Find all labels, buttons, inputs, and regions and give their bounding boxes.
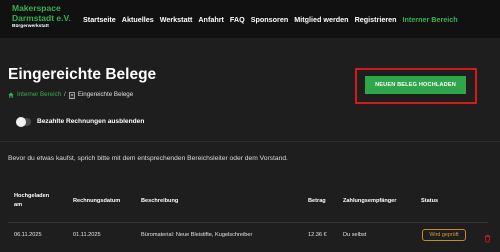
status-badge: Wird geprüft [422,229,466,241]
col-header-status[interactable]: Status [421,197,438,205]
cell-amount: 12.36 € [308,232,327,238]
nav-menu: Startseite Aktuelles Werkstatt Anfahrt F… [83,15,458,24]
top-navbar: Makerspace Darmstadt e.V. Bürgerwerkstat… [0,0,500,38]
col-header-amount[interactable]: Betrag [308,197,326,205]
nav-item-sponsoren[interactable]: Sponsoren [251,15,289,24]
nav-item-mitglied-werden[interactable]: Mitglied werden [294,15,348,24]
nav-item-aktuelles[interactable]: Aktuelles [122,15,154,24]
cell-description: Büromaterial: Neue Bleistifte, Kugelschr… [141,232,253,238]
hide-paid-toggle[interactable] [16,116,31,127]
nav-item-registrieren[interactable]: Registrieren [355,15,397,24]
section-divider [0,141,500,142]
receipt-icon [69,91,75,99]
breadcrumb-home-link[interactable]: Interner Bereich [8,91,61,99]
breadcrumb-separator: / [64,91,66,98]
col-header-description[interactable]: Beschreibung [141,197,178,205]
info-notice: Bevor du etwas kaufst, sprich bitte mit … [8,155,288,162]
nav-item-startseite[interactable]: Startseite [83,15,116,24]
toggle-knob [16,116,26,127]
breadcrumb-current: Eingereichte Belege [69,91,133,99]
trash-icon[interactable] [484,230,491,248]
hide-paid-toggle-label[interactable]: Bezahlte Rechnungen ausblenden [37,117,144,126]
breadcrumb: Interner Bereich / Eingereichte Belege [8,91,133,99]
nav-item-interner-bereich[interactable]: Interner Bereich [403,15,458,24]
page-title: Eingereichte Belege [8,66,157,83]
col-header-recipient[interactable]: Zahlungsempfänger [343,197,396,205]
brand-logo[interactable]: Makerspace Darmstadt e.V. Bürgerwerkstat… [12,3,82,30]
nav-item-werkstatt[interactable]: Werkstatt [160,15,193,24]
hide-paid-filter: Bezahlte Rechnungen ausblenden [16,116,144,127]
col-header-uploaded-line2: am [14,202,23,208]
cell-uploaded: 06.11.2025 [14,232,42,238]
cell-recipient: Du selbst [343,232,367,238]
home-icon [8,92,14,98]
breadcrumb-current-label: Eingereichte Belege [77,91,134,98]
brand-name-line1: Makerspace [12,3,61,13]
col-header-invoice-date[interactable]: Rechnungsdatum [73,197,120,205]
brand-name-line2: Darmstadt e.V. [12,13,71,23]
cell-invoice-date: 01.11.2025 [73,232,101,238]
col-header-uploaded: Hochgeladen [14,193,50,199]
nav-item-anfahrt[interactable]: Anfahrt [198,15,224,24]
nav-item-faq[interactable]: FAQ [230,15,245,24]
upload-receipt-button[interactable]: NEUEN BELEG HOCHLADEN [365,76,466,94]
table-header-divider [8,222,488,223]
brand-subtitle: Bürgerwerkstatt [12,24,49,29]
breadcrumb-home-label: Interner Bereich [17,91,62,98]
